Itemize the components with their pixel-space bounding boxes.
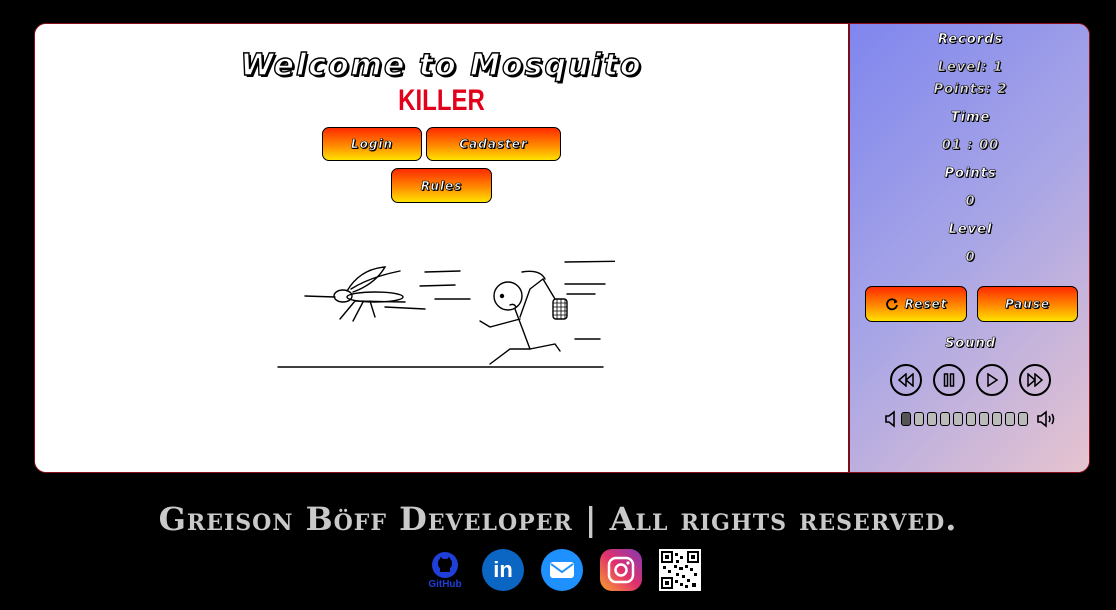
footer-credits: Greison Böff Developer | All rights rese…	[158, 500, 958, 538]
game-name-title: KILLER	[398, 84, 485, 117]
mail-icon	[550, 562, 574, 578]
rules-button-label: Rules	[420, 178, 463, 193]
welcome-title: Welcome to Mosquito	[240, 47, 643, 83]
volume-mute-icon[interactable]	[884, 410, 898, 428]
login-button[interactable]: Login	[322, 127, 422, 161]
github-icon	[432, 551, 458, 578]
volume-segment[interactable]	[927, 412, 937, 426]
register-button-label: Cadaster	[459, 137, 528, 152]
rules-button[interactable]: Rules	[391, 168, 492, 203]
linkedin-link[interactable]: in	[482, 549, 524, 591]
volume-segment[interactable]	[914, 412, 924, 426]
side-panel: Records Level: 1 Points: 2 Time 01 : 00 …	[848, 24, 1089, 472]
volume-segment[interactable]	[979, 412, 989, 426]
email-link[interactable]	[541, 549, 583, 591]
refresh-icon	[885, 298, 898, 311]
qr-code-icon	[661, 551, 699, 589]
volume-up-icon[interactable]	[1036, 410, 1058, 428]
volume-bar[interactable]	[899, 24, 1031, 472]
volume-segment[interactable]	[1005, 412, 1015, 426]
login-button-label: Login	[350, 137, 394, 152]
volume-segment[interactable]	[992, 412, 1002, 426]
volume-segment[interactable]	[966, 412, 976, 426]
game-frame: Welcome to Mosquito KILLER Login Cadaste…	[34, 23, 1090, 473]
github-link[interactable]: GitHub	[423, 549, 467, 591]
qr-code-link[interactable]	[659, 549, 701, 591]
register-button[interactable]: Cadaster	[426, 127, 561, 161]
volume-segment[interactable]	[1018, 412, 1028, 426]
volume-segment[interactable]	[953, 412, 963, 426]
volume-segment[interactable]	[901, 412, 911, 426]
game-stage: Welcome to Mosquito KILLER Login Cadaste…	[35, 24, 848, 472]
linkedin-icon: in	[493, 557, 513, 582]
instagram-icon	[607, 556, 635, 584]
chase-illustration	[277, 260, 615, 368]
instagram-link[interactable]	[600, 549, 642, 591]
github-label: GitHub	[428, 578, 462, 590]
volume-segment[interactable]	[940, 412, 950, 426]
